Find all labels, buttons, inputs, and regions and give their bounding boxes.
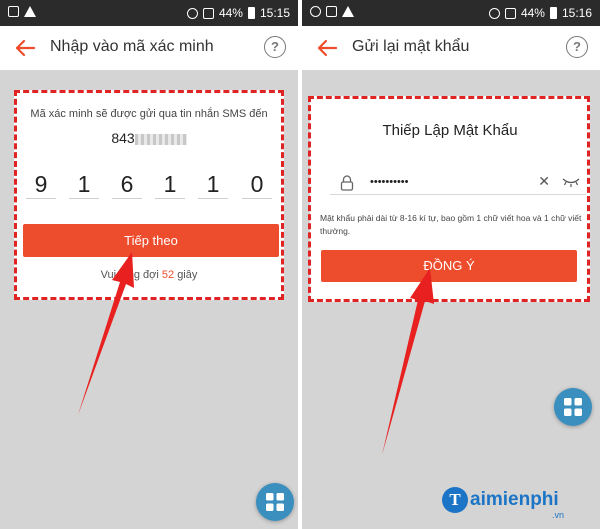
gallery-icon (8, 6, 19, 17)
grid-menu-button[interactable] (554, 388, 592, 426)
grid-menu-icon (564, 398, 582, 416)
logo-text: aimienphi (470, 489, 559, 510)
help-icon[interactable]: ? (566, 36, 588, 58)
status-bar: 44% 15:16 (302, 0, 600, 26)
app-bar: Nhập vào mã xác minh ? (0, 26, 298, 70)
watermark-logo: T aimienphi .vn (442, 483, 592, 523)
signal-icon (504, 7, 516, 19)
left-phone-screen: 44% 15:15 Nhập vào mã xác minh ? Mã xác … (0, 0, 298, 529)
clock: 15:16 (561, 6, 592, 20)
highlight-box (308, 96, 590, 302)
app-bar: Gửi lại mật khẩu ? (302, 26, 600, 70)
help-icon[interactable]: ? (264, 36, 286, 58)
highlight-box (14, 90, 284, 300)
wifi-icon (186, 7, 198, 19)
status-bar: 44% 15:15 (0, 0, 298, 26)
tiktok-icon (310, 6, 321, 17)
logo-mark: T (442, 487, 468, 513)
battery-icon (549, 7, 557, 19)
grid-menu-button[interactable] (256, 483, 294, 521)
battery-icon (247, 7, 255, 19)
right-phone-screen: 44% 15:16 Gửi lại mật khẩu ? Thiếp Lập M… (302, 0, 600, 529)
warning-icon (24, 6, 36, 17)
grid-menu-icon (266, 493, 284, 511)
warning-icon (342, 6, 354, 17)
back-arrow-icon[interactable] (12, 35, 38, 61)
clock: 15:15 (259, 6, 290, 20)
tutorial-image: 44% 15:15 Nhập vào mã xác minh ? Mã xác … (0, 0, 600, 529)
page-title: Gửi lại mật khẩu (352, 38, 470, 55)
page-title: Nhập vào mã xác minh (50, 38, 214, 55)
battery-percent: 44% (520, 6, 545, 20)
logo-suffix: .vn (552, 510, 565, 520)
signal-icon (202, 7, 214, 19)
wifi-icon (488, 7, 500, 19)
back-arrow-icon[interactable] (314, 35, 340, 61)
gallery-icon (326, 6, 337, 17)
battery-percent: 44% (218, 6, 243, 20)
